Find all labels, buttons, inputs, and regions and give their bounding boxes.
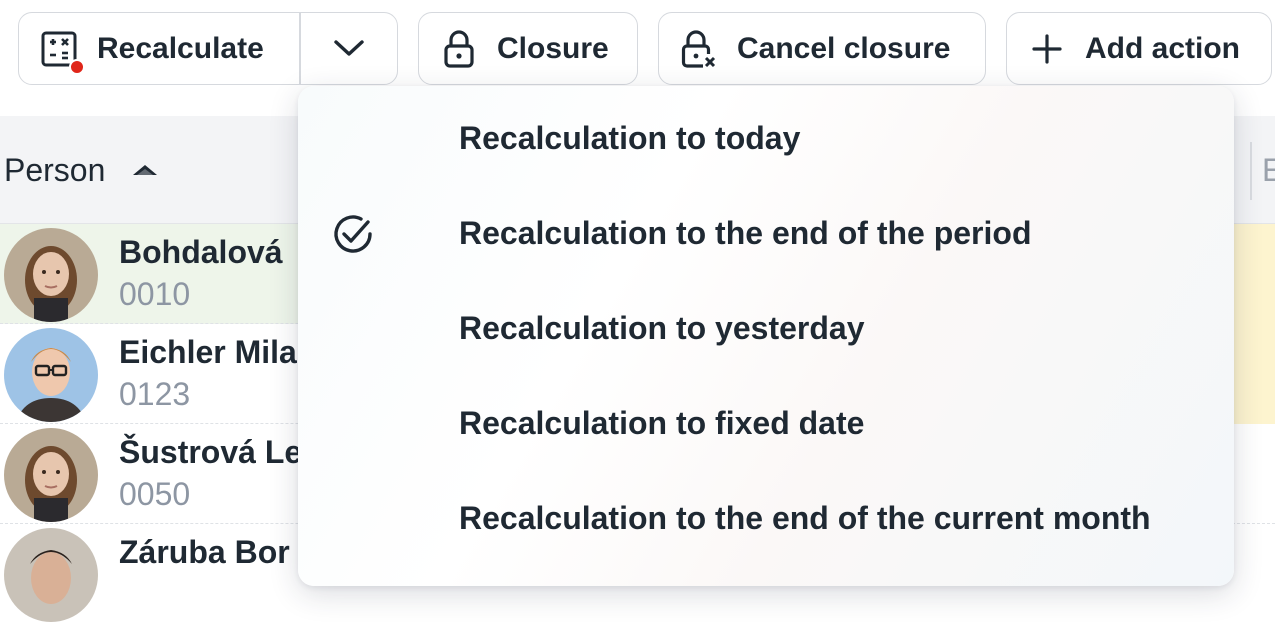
avatar bbox=[4, 328, 98, 422]
cancel-closure-button[interactable]: Cancel closure bbox=[658, 12, 986, 85]
menu-item-recalc-end-of-month[interactable]: Recalculation to the end of the current … bbox=[298, 471, 1234, 566]
cancel-closure-label: Cancel closure bbox=[737, 31, 951, 65]
status-dot-icon bbox=[69, 58, 85, 75]
person-name: Záruba Bor bbox=[119, 534, 290, 570]
calculator-icon bbox=[39, 29, 85, 75]
person-name: Šustrová Le bbox=[119, 434, 303, 470]
menu-item-label: Recalculation to today bbox=[459, 120, 801, 156]
column-divider[interactable] bbox=[1250, 142, 1252, 200]
person-code: 0050 bbox=[119, 476, 191, 512]
person-name: Bohdalová bbox=[119, 234, 283, 270]
column-header-label: Person bbox=[4, 151, 106, 188]
lock-x-icon bbox=[681, 29, 717, 69]
closure-label: Closure bbox=[497, 31, 609, 65]
menu-item-label: Recalculation to fixed date bbox=[459, 405, 865, 441]
menu-item-label: Recalculation to yesterday bbox=[459, 310, 865, 346]
recalculate-split-button: Recalculate bbox=[18, 12, 398, 85]
person-code: 0010 bbox=[119, 276, 191, 312]
recalculate-button[interactable]: Recalculate bbox=[19, 13, 299, 84]
recalculate-label: Recalculate bbox=[97, 31, 264, 65]
sort-ascending-icon[interactable] bbox=[131, 161, 159, 179]
action-toolbar: Recalculate Closure Cancel closure Add a… bbox=[0, 0, 1275, 100]
closure-button[interactable]: Closure bbox=[418, 12, 638, 85]
menu-item-recalc-today[interactable]: Recalculation to today bbox=[298, 91, 1234, 186]
lock-icon bbox=[441, 29, 477, 69]
add-action-button[interactable]: Add action bbox=[1006, 12, 1272, 85]
menu-item-recalc-end-of-period[interactable]: Recalculation to the end of the period bbox=[298, 186, 1234, 281]
recalculate-dropdown-toggle[interactable] bbox=[301, 13, 398, 84]
avatar bbox=[4, 228, 98, 322]
person-name: Eichler Mila bbox=[119, 334, 297, 370]
highlighted-cell[interactable] bbox=[1234, 224, 1275, 324]
avatar bbox=[4, 428, 98, 522]
menu-item-label: Recalculation to the end of the period bbox=[459, 215, 1032, 251]
check-circle-icon bbox=[330, 211, 376, 257]
highlighted-cell[interactable] bbox=[1234, 324, 1275, 424]
recalculate-options-menu: Recalculation to today Recalculation to … bbox=[298, 86, 1234, 586]
menu-item-recalc-fixed-date[interactable]: Recalculation to fixed date bbox=[298, 376, 1234, 471]
add-action-label: Add action bbox=[1085, 31, 1240, 65]
column-header-person[interactable]: Person bbox=[4, 116, 159, 224]
chevron-down-icon bbox=[333, 32, 365, 66]
column-header-trailing[interactable]: E bbox=[1262, 116, 1275, 224]
avatar bbox=[4, 528, 98, 622]
plus-icon bbox=[1029, 29, 1065, 69]
person-code: 0123 bbox=[119, 376, 191, 412]
menu-item-label: Recalculation to the end of the current … bbox=[459, 500, 1151, 536]
menu-item-recalc-yesterday[interactable]: Recalculation to yesterday bbox=[298, 281, 1234, 376]
